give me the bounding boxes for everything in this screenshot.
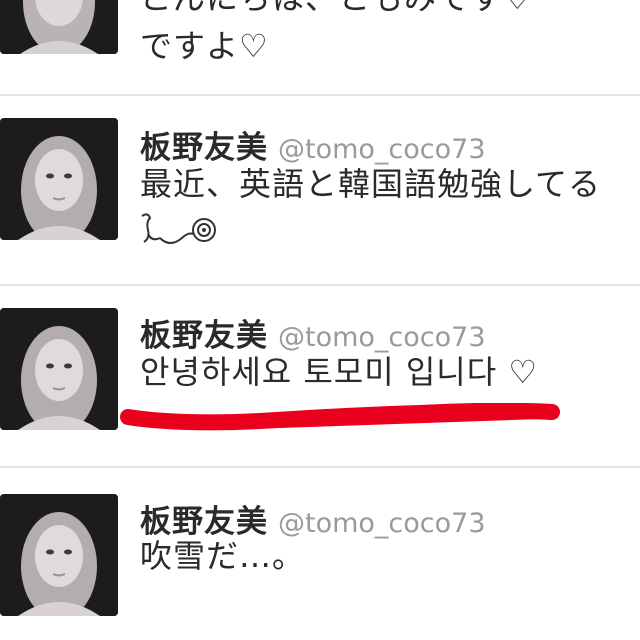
tweet-text-line: 吹雪だ…。 [140,537,306,575]
red-strike-mark-icon [120,402,562,437]
tweet-text-line: ですよ♡ [140,27,269,65]
tweet-header: 板野友美 @tomo_coco73 [140,122,486,167]
user-handle[interactable]: @tomo_coco73 [278,508,486,539]
tweet-item[interactable]: 板野友美 @tomo_coco73 안녕하세요 토모미 입니다 ♡ [0,286,640,466]
profile-photo-icon [0,0,118,54]
user-handle[interactable]: @tomo_coco73 [278,322,486,353]
user-handle[interactable]: @tomo_coco73 [278,134,486,165]
display-name[interactable]: 板野友美 [140,130,268,166]
tweet-text-line: こんにちは、ともみです♡ [140,0,533,18]
tweet-text-line: 最近、英語と韓国語勉強してる [140,165,602,203]
display-name[interactable]: 板野友美 [140,318,268,354]
tweet-text-line: 안녕하세요 토모미 입니다 ♡ [140,353,539,391]
avatar[interactable] [0,118,118,240]
avatar[interactable] [0,494,118,616]
tweet-header: 板野友美 @tomo_coco73 [140,496,486,541]
swirl-emoticon-icon [138,208,218,254]
avatar[interactable] [0,308,118,430]
tweet-item[interactable]: 板野友美 @tomo_coco73 最近、英語と韓国語勉強してる [0,96,640,284]
profile-photo-icon [0,308,118,430]
profile-photo-icon [0,494,118,616]
display-name[interactable]: 板野友美 [140,504,268,540]
tweet-header: 板野友美 @tomo_coco73 [140,310,486,355]
profile-photo-icon [0,118,118,240]
avatar[interactable] [0,0,118,54]
tweet-item[interactable]: 板野友美 @tomo_coco73 吹雪だ…。 [0,468,640,640]
tweet-timeline: こんにちは、ともみです♡ ですよ♡ 板野友美 @tomo_coco73 最近、英語… [0,0,640,640]
tweet-item[interactable]: こんにちは、ともみです♡ ですよ♡ [0,0,640,94]
